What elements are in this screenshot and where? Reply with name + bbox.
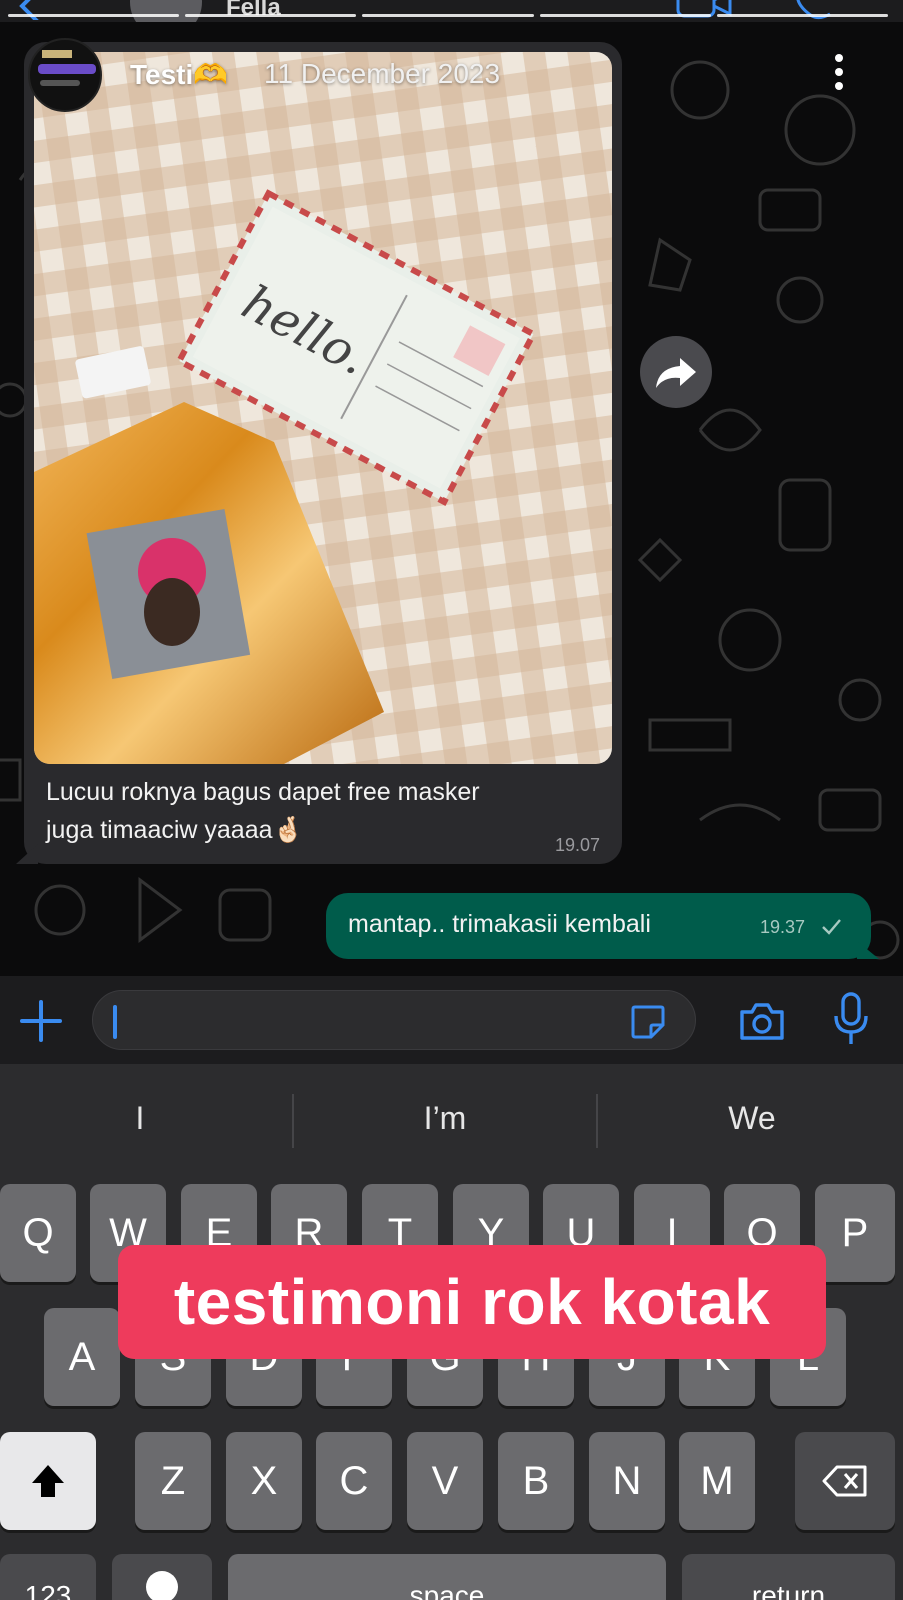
predictive-suggestions: I I’m We	[0, 1064, 903, 1172]
story-author-avatar[interactable]	[28, 38, 102, 112]
emoji-key[interactable]	[112, 1554, 212, 1600]
outgoing-message-time: 19.37	[760, 917, 806, 937]
banner-text: testimoni rok kotak	[173, 1266, 771, 1338]
camera-icon[interactable]	[738, 1000, 786, 1042]
chat-header: Fella	[0, 0, 903, 22]
message-input[interactable]	[92, 990, 696, 1050]
key-p[interactable]: P	[815, 1184, 895, 1282]
suggestion-3[interactable]: We	[602, 1100, 902, 1137]
return-key[interactable]: return	[682, 1554, 895, 1600]
backspace-key[interactable]	[795, 1432, 895, 1530]
emoji-icon	[146, 1571, 178, 1600]
numbers-key[interactable]: 123	[0, 1554, 96, 1600]
key-m[interactable]: M	[679, 1432, 755, 1530]
chat-area: Fella hello. Lucuu roknya bagus dapet fr…	[0, 0, 903, 976]
contact-name[interactable]: Fella	[226, 0, 281, 22]
key-z[interactable]: Z	[135, 1432, 211, 1530]
shift-key[interactable]	[0, 1432, 96, 1530]
suggestion-2[interactable]: I’m	[295, 1100, 595, 1137]
space-key[interactable]: space	[228, 1554, 666, 1600]
photo-image: hello.	[34, 52, 612, 764]
shift-icon	[32, 1465, 64, 1497]
suggestion-divider	[292, 1094, 294, 1148]
key-v[interactable]: V	[407, 1432, 483, 1530]
suggestion-divider	[596, 1094, 598, 1148]
message-input-bar	[0, 976, 903, 1064]
sticker-icon[interactable]	[629, 1003, 667, 1041]
outgoing-message-bubble[interactable]: mantap.. trimakasii kembali 19.37	[326, 893, 871, 959]
key-n[interactable]: N	[589, 1432, 665, 1530]
outgoing-message-text: mantap.. trimakasii kembali	[348, 910, 651, 938]
incoming-message-text: Lucuu roknya bagus dapet free masker jug…	[46, 778, 480, 844]
message-photo[interactable]: hello.	[34, 52, 612, 764]
story-progress-bars	[8, 14, 889, 18]
sent-check-icon	[822, 919, 841, 935]
more-options-icon[interactable]	[834, 52, 844, 92]
text-caret	[113, 1005, 117, 1039]
key-q[interactable]: Q	[0, 1184, 76, 1282]
contact-avatar[interactable]	[130, 0, 202, 22]
key-b[interactable]: B	[498, 1432, 574, 1530]
text-sticker-banner: testimoni rok kotak	[118, 1245, 826, 1359]
story-date: 11 December 2023	[264, 58, 501, 89]
story-author-name: Testi🫶	[130, 59, 229, 90]
microphone-icon[interactable]	[832, 992, 870, 1046]
key-c[interactable]: C	[316, 1432, 392, 1530]
backspace-icon	[822, 1465, 867, 1497]
suggestion-1[interactable]: I	[0, 1100, 290, 1137]
incoming-message-bubble[interactable]: hello. Lucuu roknya bagus dapet free mas…	[24, 42, 622, 864]
incoming-message-time: 19.07	[554, 835, 600, 855]
forward-icon	[656, 358, 696, 388]
key-x[interactable]: X	[226, 1432, 302, 1530]
key-a[interactable]: A	[44, 1308, 120, 1406]
forward-button[interactable]	[640, 336, 712, 408]
attach-plus-icon[interactable]	[18, 998, 64, 1044]
